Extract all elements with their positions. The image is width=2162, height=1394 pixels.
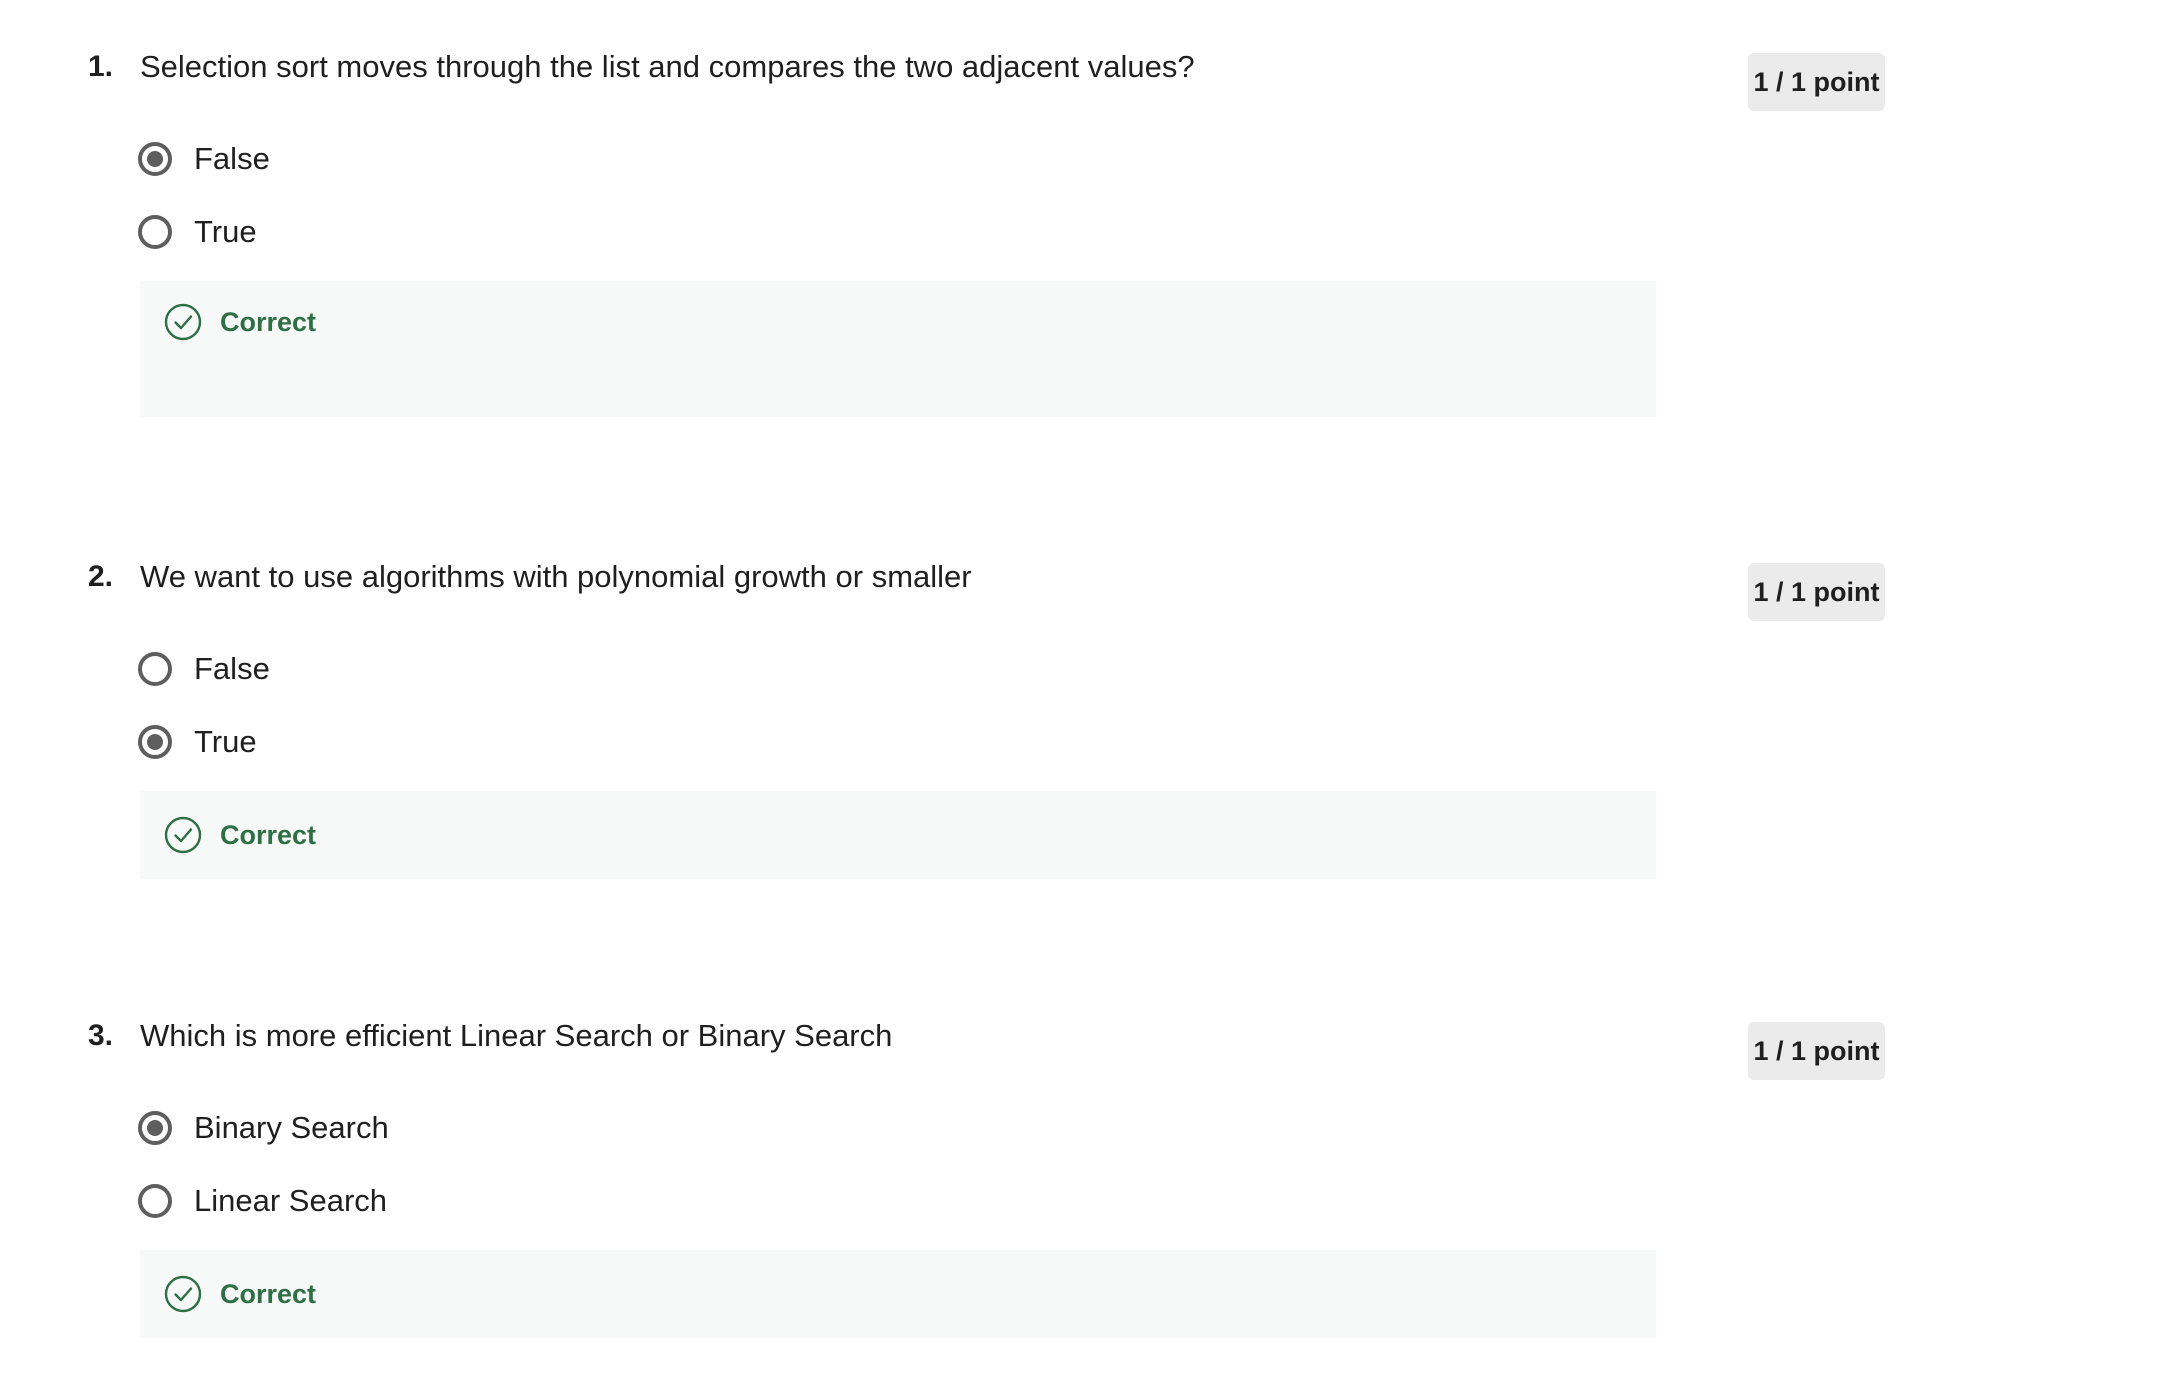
radio-selected-icon[interactable] bbox=[138, 142, 172, 176]
option-false[interactable]: False bbox=[138, 137, 270, 181]
check-circle-icon bbox=[164, 816, 202, 854]
feedback-box: Correct bbox=[140, 791, 1656, 879]
feedback-label: Correct bbox=[220, 307, 317, 337]
option-label: False bbox=[194, 651, 270, 686]
feedback-row: Correct bbox=[164, 303, 316, 341]
question-number: 1. bbox=[88, 50, 114, 83]
feedback-label: Correct bbox=[220, 820, 317, 850]
radio-selected-icon[interactable] bbox=[138, 725, 172, 759]
question-number: 2. bbox=[88, 560, 114, 593]
question-text: We want to use algorithms with polynomia… bbox=[140, 559, 972, 594]
feedback-box: Correct bbox=[140, 281, 1656, 417]
radio-unselected-icon[interactable] bbox=[138, 215, 172, 249]
question-text: Selection sort moves through the list an… bbox=[140, 49, 1195, 84]
question-text: Which is more efficient Linear Search or… bbox=[140, 1018, 893, 1053]
radio-unselected-icon[interactable] bbox=[138, 652, 172, 686]
feedback-box: Correct bbox=[140, 1250, 1656, 1338]
question-number: 3. bbox=[88, 1019, 114, 1052]
points-badge: 1 / 1 point bbox=[1748, 563, 1885, 621]
quiz-results-page: 1. Selection sort moves through the list… bbox=[0, 0, 2162, 1394]
option-label: True bbox=[194, 214, 257, 249]
check-circle-icon bbox=[164, 1275, 202, 1313]
option-label: Binary Search bbox=[194, 1110, 389, 1145]
option-binary-search[interactable]: Binary Search bbox=[138, 1106, 389, 1150]
option-label: False bbox=[194, 141, 270, 176]
option-true[interactable]: True bbox=[138, 720, 257, 764]
option-label: True bbox=[194, 724, 257, 759]
points-badge: 1 / 1 point bbox=[1748, 1022, 1885, 1080]
feedback-label: Correct bbox=[220, 1279, 317, 1309]
radio-selected-icon[interactable] bbox=[138, 1111, 172, 1145]
check-circle-icon bbox=[164, 303, 202, 341]
option-false[interactable]: False bbox=[138, 647, 270, 691]
feedback-row: Correct bbox=[164, 816, 316, 854]
option-label: Linear Search bbox=[194, 1183, 388, 1218]
radio-unselected-icon[interactable] bbox=[138, 1184, 172, 1218]
option-linear-search[interactable]: Linear Search bbox=[138, 1179, 387, 1223]
option-true[interactable]: True bbox=[138, 210, 257, 254]
feedback-row: Correct bbox=[164, 1275, 316, 1313]
points-badge: 1 / 1 point bbox=[1748, 53, 1885, 111]
